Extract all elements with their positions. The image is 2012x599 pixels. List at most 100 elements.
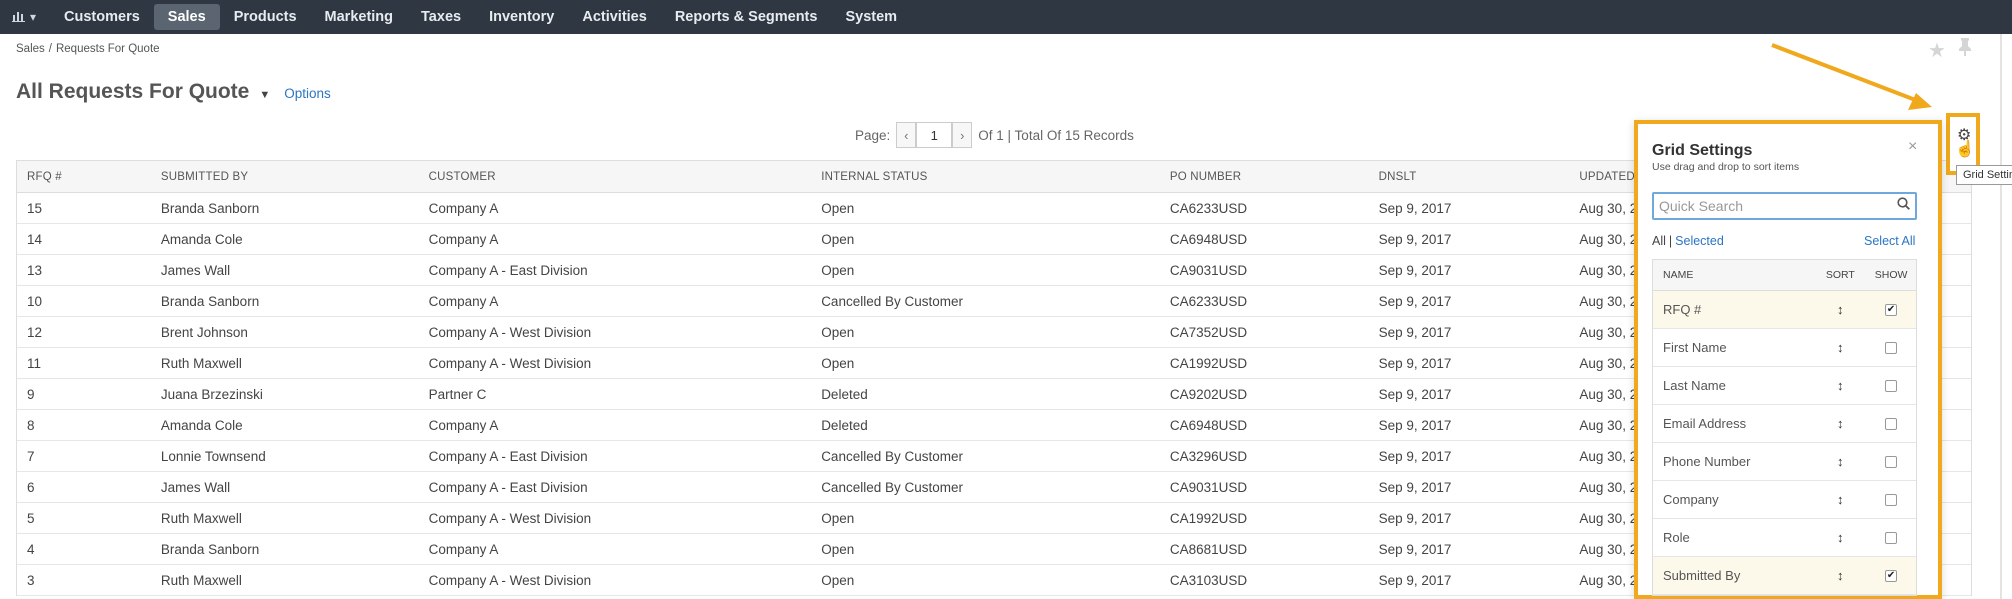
column-setting-row[interactable]: Last Name ↕	[1653, 367, 1916, 405]
column-header[interactable]: CUSTOMER	[419, 171, 812, 183]
column-filter: All | Selected	[1652, 234, 1724, 248]
show-checkbox[interactable]	[1885, 531, 1898, 544]
table-cell: Open	[821, 324, 855, 340]
column-setting-name: Phone Number	[1663, 454, 1751, 469]
column-setting-row[interactable]: Role ↕	[1653, 519, 1916, 557]
show-checkbox-cell	[1866, 455, 1916, 468]
drag-handle-icon[interactable]: ↕	[1814, 340, 1866, 355]
filter-all[interactable]: All	[1652, 234, 1666, 248]
column-setting-row[interactable]: Submitted By ↕ ✔	[1653, 557, 1916, 595]
table-cell: CA1992USD	[1169, 510, 1248, 526]
show-checkbox-cell	[1866, 417, 1916, 430]
table-cell: Sep 9, 2017	[1378, 231, 1452, 247]
column-header[interactable]: SUBMITTED BY	[151, 171, 419, 183]
table-cell: Cancelled By Customer	[821, 479, 963, 495]
caret-down-icon[interactable]: ▼	[259, 89, 270, 101]
breadcrumb-sales[interactable]: Sales	[16, 43, 45, 55]
table-cell: 8	[27, 417, 35, 433]
column-settings-table: NAME SORT SHOW RFQ # ↕ ✔ First Name ↕ Last Na…	[1652, 259, 1917, 596]
page-title[interactable]: All Requests For Quote	[16, 80, 249, 104]
options-link[interactable]: Options	[284, 86, 331, 101]
drag-handle-icon[interactable]: ↕	[1814, 302, 1866, 317]
close-icon[interactable]: ×	[1908, 138, 1917, 156]
filter-selected[interactable]: Selected	[1675, 234, 1724, 248]
select-all-link[interactable]: Select All	[1864, 234, 1915, 248]
table-cell: Sep 9, 2017	[1378, 386, 1452, 402]
nav-item-activities[interactable]: Activities	[568, 4, 660, 30]
table-cell: Open	[821, 231, 855, 247]
nav-item-marketing[interactable]: Marketing	[311, 4, 408, 30]
pagination: Page: ‹ 1 › Of 1 | Total Of 15 Records	[855, 122, 1134, 148]
search-icon[interactable]	[1897, 197, 1910, 213]
dashboard-menu[interactable]: ▾	[0, 0, 50, 34]
column-setting-row[interactable]: RFQ # ↕ ✔	[1653, 291, 1916, 329]
breadcrumb: Sales / Requests For Quote	[16, 43, 160, 55]
drag-handle-icon[interactable]: ↕	[1814, 492, 1866, 507]
nav-item-customers[interactable]: Customers	[50, 4, 154, 30]
next-page-button[interactable]: ›	[952, 122, 973, 148]
drag-handle-icon[interactable]: ↕	[1814, 416, 1866, 431]
column-header[interactable]: PO NUMBER	[1160, 171, 1369, 183]
column-header[interactable]: DNSLT	[1369, 171, 1570, 183]
column-setting-name: RFQ #	[1663, 302, 1702, 317]
grid-settings-title: Grid Settings	[1652, 142, 1753, 159]
table-cell: Company A	[428, 231, 499, 247]
show-header: SHOW	[1874, 269, 1908, 281]
nav-item-sales[interactable]: Sales	[153, 4, 220, 30]
show-checkbox[interactable]	[1885, 341, 1898, 354]
show-checkbox-cell	[1866, 493, 1916, 506]
show-checkbox[interactable]	[1885, 417, 1898, 430]
table-cell: CA6233USD	[1169, 200, 1248, 216]
table-cell: CA3296USD	[1169, 448, 1248, 464]
table-cell: Open	[821, 200, 855, 216]
column-setting-name: Company	[1663, 492, 1719, 507]
show-checkbox-cell	[1866, 379, 1916, 392]
column-header[interactable]: RFQ #	[17, 171, 151, 183]
drag-handle-icon[interactable]: ↕	[1814, 568, 1866, 583]
table-cell: Open	[821, 355, 855, 371]
table-cell: 12	[27, 324, 43, 340]
nav-item-reports-segments[interactable]: Reports & Segments	[661, 4, 832, 30]
nav-item-system[interactable]: System	[831, 4, 911, 30]
table-cell: 5	[27, 510, 35, 526]
page-input[interactable]: 1	[916, 122, 953, 148]
table-cell: Sep 9, 2017	[1378, 479, 1452, 495]
table-cell: 15	[27, 200, 43, 216]
table-cell: CA6948USD	[1169, 231, 1248, 247]
show-checkbox-cell	[1866, 531, 1916, 544]
table-cell: Open	[821, 541, 855, 557]
nav-item-products[interactable]: Products	[220, 4, 311, 30]
column-setting-row[interactable]: Email Address ↕	[1653, 405, 1916, 443]
table-cell: CA1992USD	[1169, 355, 1248, 371]
quick-search-input[interactable]: Quick Search	[1652, 192, 1917, 220]
hand-cursor-icon: ☝	[1955, 141, 1975, 158]
table-cell: 10	[27, 293, 43, 309]
column-settings-header: NAME SORT SHOW	[1653, 260, 1916, 291]
show-checkbox[interactable]: ✔	[1885, 303, 1898, 316]
star-icon[interactable]: ★	[1928, 38, 1946, 63]
table-cell: Company A - East Division	[428, 262, 588, 278]
prev-page-button[interactable]: ‹	[896, 122, 917, 148]
show-checkbox[interactable]	[1885, 379, 1898, 392]
show-checkbox[interactable]	[1885, 455, 1898, 468]
column-header[interactable]: INTERNAL STATUS	[811, 171, 1160, 183]
table-cell: Company A	[428, 541, 499, 557]
table-cell: Open	[821, 572, 855, 588]
column-setting-row[interactable]: First Name ↕	[1653, 329, 1916, 367]
table-cell: Company A - East Division	[428, 479, 588, 495]
nav-item-taxes[interactable]: Taxes	[407, 4, 475, 30]
pin-icon[interactable]	[1958, 38, 1972, 63]
column-setting-name: First Name	[1663, 340, 1727, 355]
table-cell: CA7352USD	[1169, 324, 1248, 340]
drag-handle-icon[interactable]: ↕	[1814, 454, 1866, 469]
nav-item-inventory[interactable]: Inventory	[475, 4, 568, 30]
column-setting-row[interactable]: Company ↕	[1653, 481, 1916, 519]
show-checkbox[interactable]	[1885, 493, 1898, 506]
drag-handle-icon[interactable]: ↕	[1814, 378, 1866, 393]
table-cell: Sep 9, 2017	[1378, 293, 1452, 309]
column-setting-row[interactable]: Phone Number ↕	[1653, 443, 1916, 481]
drag-handle-icon[interactable]: ↕	[1814, 530, 1866, 545]
table-cell: Sep 9, 2017	[1378, 324, 1452, 340]
table-cell: 6	[27, 479, 35, 495]
show-checkbox[interactable]: ✔	[1885, 569, 1898, 582]
